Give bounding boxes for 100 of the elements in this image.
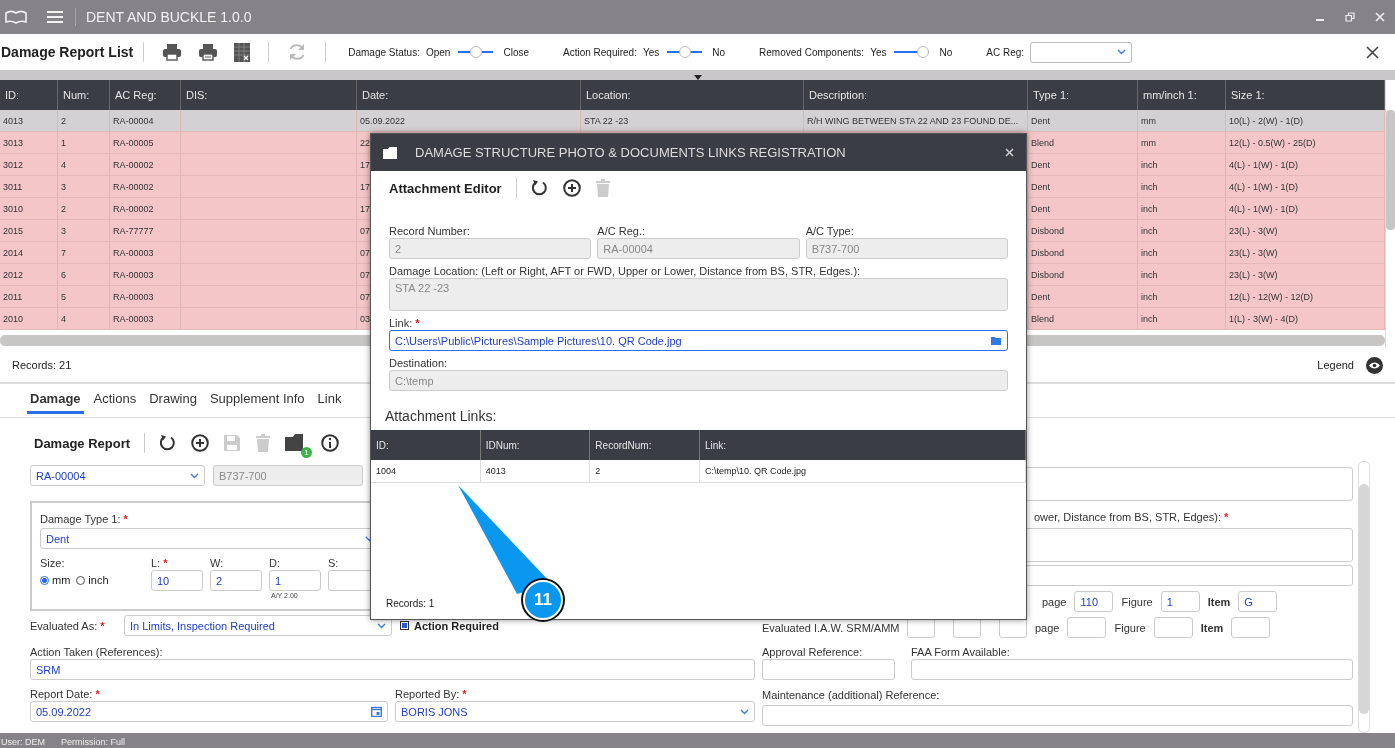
table-cell: Blend [1031,313,1055,324]
table-cell: 4 [61,313,66,324]
table-cell: 4(L) - 1(W) - 1(D) [1229,159,1298,170]
field-label: Maintenance (additional) Reference: [762,688,940,701]
field-label: A/C Type: [805,224,854,237]
table-cell: 2 [595,466,601,476]
required-mark: * [123,512,128,525]
filter-label: AC Reg: [986,46,1025,58]
table-cell: 3010 [3,203,24,214]
table-cell: 03 [360,313,370,324]
required-mark: * [163,556,168,569]
required-mark: * [100,619,105,632]
table-cell: 4013 [485,466,506,476]
record-count: Records: 21 [12,359,72,371]
record-count: Records: 1 [386,598,435,609]
required-mark: * [1224,510,1229,523]
count-badge: 1 [301,446,313,458]
option-label: Open [425,46,451,58]
field-label: A/C Reg.: [597,224,645,237]
table-cell: 2012 [3,269,24,280]
table-cell: Disbond [1031,269,1065,280]
table-cell: 17 [360,203,370,214]
field-label: Action Taken (References): [30,645,163,658]
table-cell: Dent [1031,181,1050,192]
table-cell: 2015 [3,225,24,236]
table-cell: 3 [61,225,66,236]
table-cell: 6 [61,269,66,280]
table-cell: inch [1141,203,1158,214]
table-cell: mm [1141,115,1156,126]
option-label: Close [503,46,529,58]
filter-label: Damage Status: [348,46,420,58]
option-label: Yes [870,46,887,58]
table-cell: RA-00003 [113,269,154,280]
field-label: page [1042,595,1067,608]
table-cell: RA-00002 [113,181,154,192]
table-cell: 3012 [3,159,24,170]
table-cell: RA-00003 [113,247,154,258]
table-cell: RA-77777 [113,225,154,236]
table-cell: 23(L) - 3(W) [1229,225,1278,236]
table-cell: inch [1141,269,1158,280]
field-label: D: [269,556,280,569]
status-text: User: DEM [1,737,45,747]
field-label: S: [328,556,339,569]
field-label: ower, Distance from BS, STR, Edges): [1034,510,1222,523]
table-cell: inch [1141,313,1158,324]
table-cell: Disbond [1031,225,1065,236]
field-label: W: [210,556,224,569]
table-cell: 2014 [3,247,24,258]
section-title: Attachment Links: [384,407,498,426]
field-label: Figure [1121,595,1153,608]
table-cell: Dent [1031,115,1050,126]
table-cell: 07 [360,225,370,236]
table-cell: C:\temp\10. QR Code.jpg [705,466,807,476]
table-cell: 5 [61,291,66,302]
option-label: No [712,46,726,58]
table-cell: 17 [360,159,370,170]
filter-label: Action Required: [563,46,637,58]
table-cell: 12(L) - 12(W) - 12(D) [1229,291,1313,302]
field-label: Record Number: [389,224,470,237]
table-cell: Blend [1031,137,1055,148]
table-cell: RA-00005 [113,137,154,148]
table-cell: Dent [1031,291,1050,302]
field-label: Item [1207,595,1231,608]
field-label: Link: [389,316,413,329]
table-cell: 2011 [3,291,23,302]
table-cell: RA-00002 [113,203,154,214]
field-label: Report Date: [30,687,93,700]
table-cell: 17 [360,181,370,192]
table-cell: 1004 [376,466,397,476]
field-label: page [1035,621,1060,634]
table-cell: 4(L) - 1(W) - 1(D) [1229,181,1298,192]
option-label: Yes [642,46,660,58]
table-cell: 07 [360,269,370,280]
table-cell: inch [1141,181,1158,192]
table-cell: 2 [61,203,66,214]
table-cell: RA-00003 [113,313,154,324]
required-mark: * [415,316,420,329]
table-cell: 4 [61,159,66,170]
table-cell: 7 [61,247,66,258]
table-cell: Dent [1031,159,1050,170]
section-title: Damage Report [34,435,131,451]
table-cell: RA-00004 [113,115,154,126]
field-label: Destination: [389,356,448,369]
table-cell: 07 [360,291,370,302]
table-cell: Disbond [1031,247,1065,258]
table-cell: 07 [360,247,370,258]
status-text: Permission: Full [61,737,126,747]
field-label: Figure [1114,621,1146,634]
field-label: Approval Reference: [762,645,863,658]
table-cell: inch [1141,291,1158,302]
required-mark: * [462,687,467,700]
table-cell: 12(L) - 0.5(W) - 25(D) [1229,137,1316,148]
field-label: Item [1200,621,1224,634]
table-cell: 4(L) - 1(W) - 1(D) [1229,203,1298,214]
table-cell: 05.09.2022 [360,115,406,126]
table-cell: 1 [61,137,66,148]
table-cell: inch [1141,247,1158,258]
table-cell: 2010 [3,313,24,324]
page-title: Damage Report List [1,44,134,60]
window-title: DENT AND BUCKLE 1.0.0 [86,9,252,25]
